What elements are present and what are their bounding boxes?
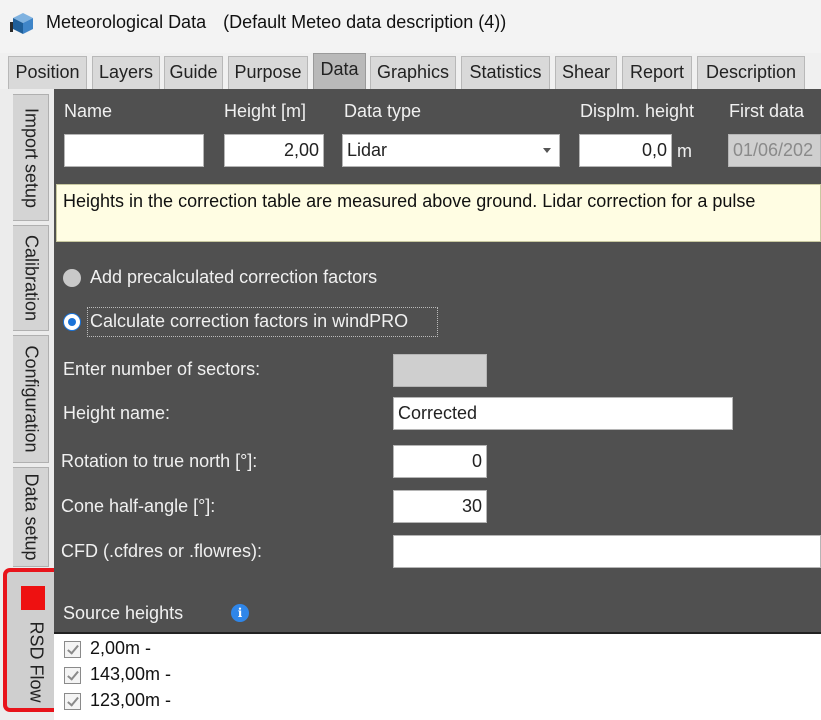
tab-layers[interactable]: Layers bbox=[92, 56, 160, 89]
source-heights-label: Source heights bbox=[63, 603, 184, 623]
list-item-label: 143,00m - bbox=[90, 664, 172, 684]
tab-position[interactable]: Position bbox=[8, 56, 87, 89]
cfd-label: CFD (.cfdres or .flowres): bbox=[61, 541, 263, 561]
data-type-value: Lidar bbox=[347, 140, 388, 160]
side-tab-label: Data setup bbox=[21, 473, 41, 561]
dropdown-arrow-icon bbox=[543, 148, 551, 153]
list-item-label: 123,00m - bbox=[90, 690, 172, 710]
side-tab-label: Import setup bbox=[21, 107, 41, 208]
tab-guide[interactable]: Guide bbox=[164, 56, 223, 89]
side-tab-data-setup[interactable]: Data setup bbox=[13, 467, 49, 567]
side-tab-configuration[interactable]: Configuration bbox=[13, 335, 49, 463]
name-input[interactable] bbox=[64, 134, 204, 167]
side-tab-label: Configuration bbox=[21, 345, 41, 453]
calculate-radio[interactable] bbox=[63, 313, 81, 331]
side-tab-label: Calibration bbox=[21, 234, 41, 322]
cone-angle-label: Cone half-angle [°]: bbox=[61, 496, 216, 516]
data-type-select[interactable]: Lidar bbox=[342, 134, 560, 167]
source-heights-list: 2,00m - 143,00m - 123,00m - bbox=[54, 632, 821, 720]
checkbox[interactable] bbox=[64, 667, 81, 684]
rsd-flow-color-icon bbox=[21, 586, 45, 610]
checkbox[interactable] bbox=[64, 693, 81, 710]
window-title: Meteorological Data (Default Meteo data … bbox=[46, 12, 506, 33]
tab-data[interactable]: Data bbox=[313, 53, 366, 89]
meteo-app-icon bbox=[10, 13, 33, 34]
tab-purpose[interactable]: Purpose bbox=[228, 56, 308, 89]
side-tab-calibration[interactable]: Calibration bbox=[13, 225, 49, 331]
name-label: Name bbox=[64, 101, 113, 121]
calculate-option-label[interactable]: Calculate correction factors in windPRO bbox=[90, 311, 408, 332]
info-icon[interactable]: i bbox=[231, 604, 249, 622]
height-name-label: Height name: bbox=[63, 403, 171, 423]
checkbox[interactable] bbox=[64, 641, 81, 658]
data-type-label: Data type bbox=[344, 101, 422, 121]
tab-strip: Position Layers Guide Purpose Data Graph… bbox=[0, 53, 821, 89]
height-label: Height [m] bbox=[224, 101, 307, 121]
first-data-input: 01/06/202 bbox=[728, 134, 821, 167]
rotation-label: Rotation to true north [°]: bbox=[61, 451, 258, 471]
info-message: Heights in the correction table are meas… bbox=[56, 184, 821, 242]
side-tab-label: RSD Flow bbox=[26, 621, 47, 703]
precalc-option-label[interactable]: Add precalculated correction factors bbox=[90, 267, 377, 288]
rotation-input[interactable]: 0 bbox=[393, 445, 487, 478]
first-data-label: First data bbox=[729, 101, 805, 121]
tab-description[interactable]: Description bbox=[697, 56, 805, 89]
displacement-height-label: Displm. height bbox=[580, 101, 695, 121]
tab-report[interactable]: Report bbox=[622, 56, 692, 89]
precalc-radio[interactable] bbox=[63, 269, 81, 287]
displacement-unit: m bbox=[677, 141, 692, 161]
tab-shear[interactable]: Shear bbox=[555, 56, 617, 89]
cone-angle-input[interactable]: 30 bbox=[393, 490, 487, 523]
title-bar: Meteorological Data (Default Meteo data … bbox=[0, 0, 821, 48]
tab-graphics[interactable]: Graphics bbox=[370, 56, 456, 89]
cfd-file-input[interactable] bbox=[393, 535, 821, 568]
height-input[interactable]: 2,00 bbox=[224, 134, 324, 167]
height-name-input[interactable]: Corrected bbox=[393, 397, 733, 430]
window-title-subtitle: (Default Meteo data description (4)) bbox=[223, 12, 507, 32]
list-item-label: 2,00m - bbox=[90, 638, 152, 658]
window-title-main: Meteorological Data bbox=[46, 12, 207, 32]
side-tab-import-setup[interactable]: Import setup bbox=[13, 94, 49, 221]
sectors-label: Enter number of sectors: bbox=[63, 359, 261, 379]
sectors-input bbox=[393, 354, 487, 387]
tab-statistics[interactable]: Statistics bbox=[461, 56, 550, 89]
displacement-height-input[interactable]: 0,0 bbox=[579, 134, 672, 167]
